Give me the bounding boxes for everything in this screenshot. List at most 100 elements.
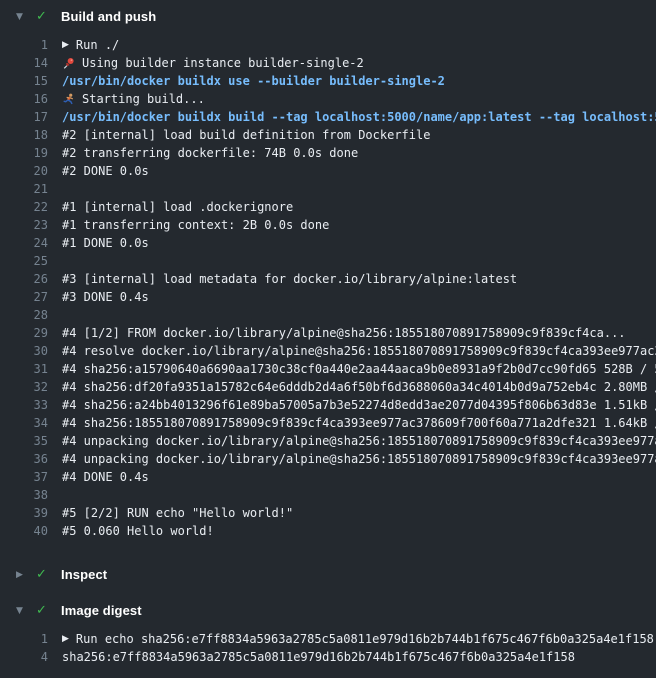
runner-icon xyxy=(62,93,75,106)
line-number[interactable]: 15 xyxy=(0,72,48,90)
line-number[interactable]: 14 xyxy=(0,54,48,72)
log-line: 35 #4 unpacking docker.io/library/alpine@… xyxy=(0,432,656,450)
line-content: #4 sha256:185518070891758909c9f839cf4ca3… xyxy=(62,414,656,432)
line-number[interactable]: 32 xyxy=(0,378,48,396)
log-line: 27 #3 DONE 0.4s xyxy=(0,288,656,306)
log-text: /usr/bin/docker buildx use --builder bui… xyxy=(62,72,445,90)
log-line: 22#1 [internal] load .dockerignore xyxy=(0,198,656,216)
log-line: 30#4 resolve docker.io/library/alpine@sh… xyxy=(0,342,656,360)
line-number[interactable]: 1 xyxy=(0,36,48,54)
line-number[interactable]: 30 xyxy=(0,342,48,360)
line-content: #1 DONE 0.0s xyxy=(62,234,656,252)
line-number[interactable]: 16 xyxy=(0,90,48,108)
line-content: #3 DONE 0.4s xyxy=(62,288,656,306)
check-icon: ✓ xyxy=(36,566,52,584)
line-content: #5 [2/2] RUN echo "Hello world!" xyxy=(62,504,656,522)
line-content: #4 unpacking docker.io/library/alpine@sh… xyxy=(62,432,656,450)
line-number[interactable]: 1 xyxy=(0,630,48,648)
line-content: /usr/bin/docker buildx build --tag local… xyxy=(62,108,656,126)
line-number[interactable]: 28 xyxy=(0,306,48,324)
log-text: #1 transferring context: 2B 0.0s done xyxy=(62,216,329,234)
log-text: #5 [2/2] RUN echo "Hello world!" xyxy=(62,504,293,522)
log-text: #4 sha256:df20fa9351a15782c64e6dddb2d4a6… xyxy=(62,378,656,396)
log-text: #1 DONE 0.0s xyxy=(62,234,149,252)
check-icon: ✓ xyxy=(36,602,52,620)
line-number[interactable]: 23 xyxy=(0,216,48,234)
log-text: #3 DONE 0.4s xyxy=(62,288,149,306)
line-number[interactable]: 36 xyxy=(0,450,48,468)
expand-run-icon[interactable]: ▶ xyxy=(62,630,69,648)
line-number[interactable]: 21 xyxy=(0,180,48,198)
workflow-log-viewer: ▼✓Build and push1▶Run ./14Using builder … xyxy=(0,0,656,678)
line-content: sha256:e7ff8834a5963a2785c5a0811e979d16b… xyxy=(62,648,656,666)
line-content: #1 transferring context: 2B 0.0s done xyxy=(62,216,656,234)
line-number[interactable]: 33 xyxy=(0,396,48,414)
line-content: #4 sha256:a15790640a6690aa1730c38cf0a440… xyxy=(62,360,656,378)
chevron-down-icon: ▼ xyxy=(16,8,29,26)
line-number[interactable]: 26 xyxy=(0,270,48,288)
line-content: #2 transferring dockerfile: 74B 0.0s don… xyxy=(62,144,656,162)
line-number[interactable]: 38 xyxy=(0,486,48,504)
log-text: #4 sha256:a24bb4013296f61e89ba57005a7b3e… xyxy=(62,396,656,414)
log-line: 40 #5 0.060 Hello world! xyxy=(0,522,656,540)
expand-run-icon[interactable]: ▶ xyxy=(62,36,69,54)
section-header-inspect[interactable]: ▶ ✓ Inspect xyxy=(0,562,656,588)
line-content: /usr/bin/docker buildx use --builder bui… xyxy=(62,72,656,90)
log-text: #5 0.060 Hello world! xyxy=(62,522,214,540)
line-content: ▶Run echo sha256:e7ff8834a5963a2785c5a08… xyxy=(62,630,656,648)
line-content: Starting build... xyxy=(62,90,656,108)
line-content: #3 [internal] load metadata for docker.i… xyxy=(62,270,656,288)
log-line: 19 #2 transferring dockerfile: 74B 0.0s d… xyxy=(0,144,656,162)
pushpin-icon xyxy=(62,57,75,70)
log-line: 32 #4 sha256:df20fa9351a15782c64e6dddb2d4… xyxy=(0,378,656,396)
log-text: #4 sha256:185518070891758909c9f839cf4ca3… xyxy=(62,414,656,432)
log-line: 29 #4 [1/2] FROM docker.io/library/alpine… xyxy=(0,324,656,342)
line-content: #4 sha256:a24bb4013296f61e89ba57005a7b3e… xyxy=(62,396,656,414)
log-line: 21 xyxy=(0,180,656,198)
log-section-build-and-push: ▼✓Build and push 1 ▶ Run ./ 14 Using builder … xyxy=(0,4,656,552)
line-number[interactable]: 25 xyxy=(0,252,48,270)
line-content: Using builder instance builder-single-2 xyxy=(62,54,656,72)
line-content: #2 DONE 0.0s xyxy=(62,162,656,180)
log-line: 36 #4 unpacking docker.io/library/alpine@… xyxy=(0,450,656,468)
line-number[interactable]: 29 xyxy=(0,324,48,342)
log-line: 39 #5 [2/2] RUN echo "Hello world!" xyxy=(0,504,656,522)
line-content: #4 sha256:df20fa9351a15782c64e6dddb2d4a6… xyxy=(62,378,656,396)
section-header-image-digest[interactable]: ▼✓Image digest xyxy=(0,598,656,624)
line-number[interactable]: 20 xyxy=(0,162,48,180)
log-text: Starting build... xyxy=(82,90,205,108)
line-number[interactable]: 35 xyxy=(0,432,48,450)
log-line: 14 Using builder instance builder-single-… xyxy=(0,54,656,72)
log-line: 31 #4 sha256:a15790640a6690aa1730c38cf0a4… xyxy=(0,360,656,378)
line-number[interactable]: 40 xyxy=(0,522,48,540)
log-line: 24 #1 DONE 0.0s xyxy=(0,234,656,252)
line-content: #4 DONE 0.4s xyxy=(62,468,656,486)
line-number[interactable]: 31 xyxy=(0,360,48,378)
line-content: #4 unpacking docker.io/library/alpine@sh… xyxy=(62,450,656,468)
line-number[interactable]: 17 xyxy=(0,108,48,126)
line-number[interactable]: 39 xyxy=(0,504,48,522)
log-line: 25 xyxy=(0,252,656,270)
log-text: #4 sha256:a15790640a6690aa1730c38cf0a440… xyxy=(62,360,656,378)
log-line: 34 #4 sha256:185518070891758909c9f839cf4c… xyxy=(0,414,656,432)
line-number[interactable]: 19 xyxy=(0,144,48,162)
log-section-inspect: ▶ ✓ Inspect xyxy=(0,562,656,588)
section-title: Build and push xyxy=(61,8,156,26)
line-number[interactable]: 37 xyxy=(0,468,48,486)
log-section-image-digest: ▼✓Image digest1▶Run echo sha256:e7ff8834… xyxy=(0,598,656,678)
log-line: 16 Starting build... xyxy=(0,90,656,108)
log-text: Run ./ xyxy=(76,36,119,54)
log-text: #4 DONE 0.4s xyxy=(62,468,149,486)
section-header-build-and-push[interactable]: ▼✓Build and push xyxy=(0,4,656,30)
section-title: Inspect xyxy=(61,566,107,584)
line-number[interactable]: 18 xyxy=(0,126,48,144)
line-number[interactable]: 24 xyxy=(0,234,48,252)
section-title: Image digest xyxy=(61,602,142,620)
line-number[interactable]: 4 xyxy=(0,648,48,666)
log-text: #2 transferring dockerfile: 74B 0.0s don… xyxy=(62,144,358,162)
line-number[interactable]: 27 xyxy=(0,288,48,306)
log-text: #4 [1/2] FROM docker.io/library/alpine@s… xyxy=(62,324,626,342)
line-number[interactable]: 22 xyxy=(0,198,48,216)
line-number[interactable]: 34 xyxy=(0,414,48,432)
chevron-right-icon: ▶ xyxy=(16,566,29,584)
